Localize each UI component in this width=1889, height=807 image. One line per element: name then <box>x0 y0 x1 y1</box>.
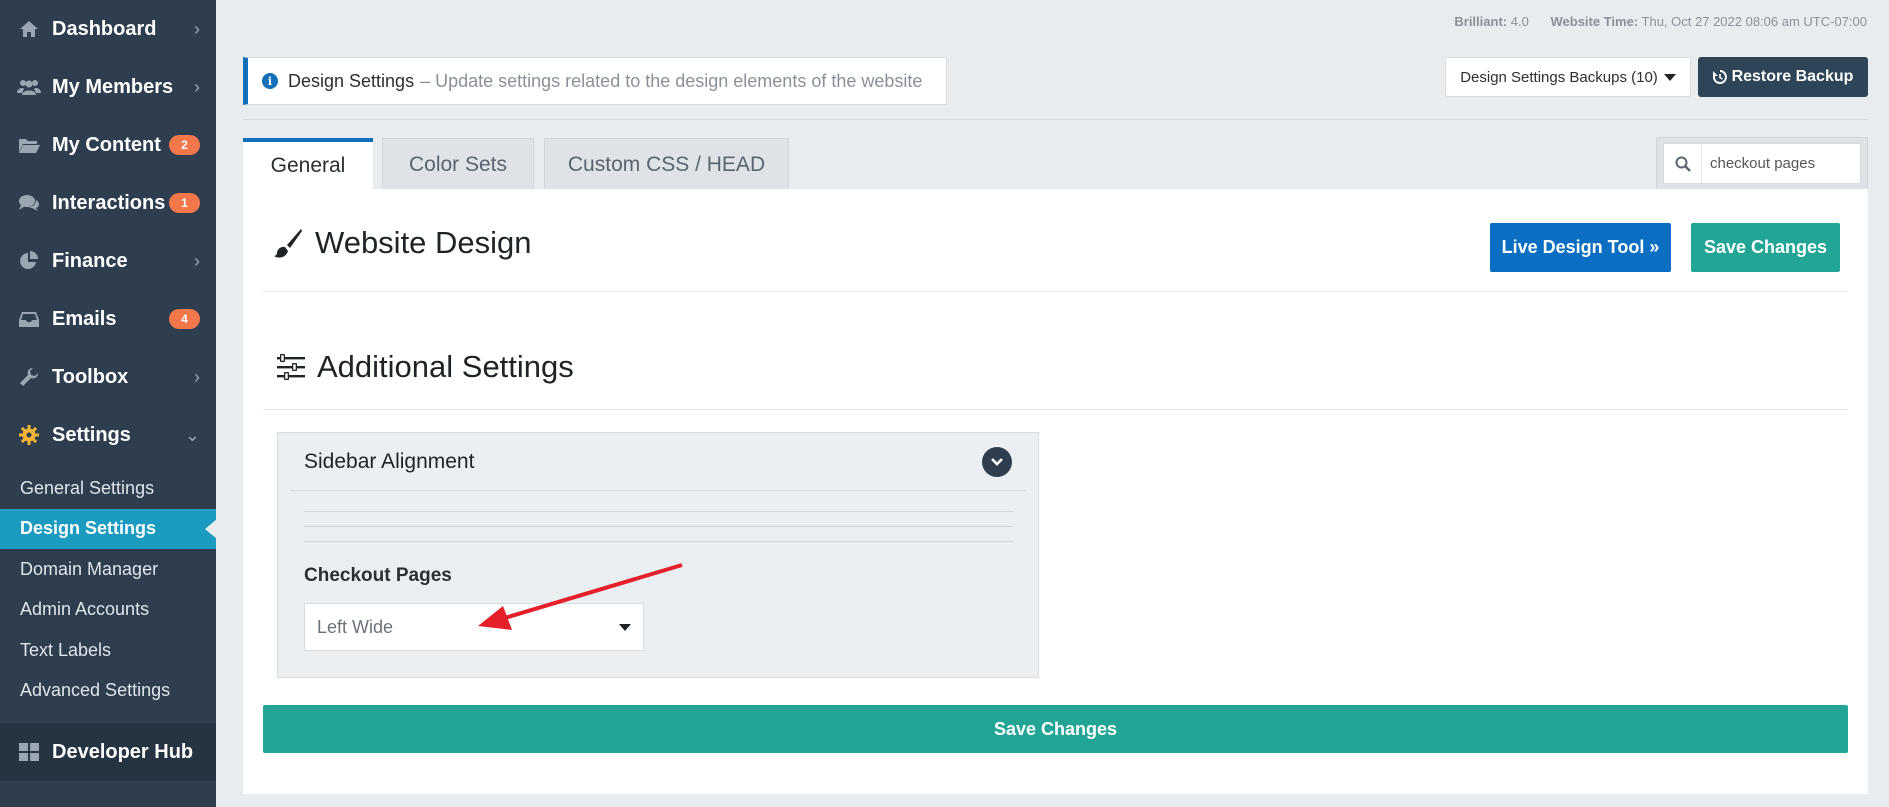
paintbrush-icon <box>273 228 303 258</box>
sidebar-item-label: My Content <box>52 133 161 156</box>
chevron-right-icon: › <box>194 366 200 387</box>
gear-icon <box>16 424 42 446</box>
checkout-pages-label: Checkout Pages <box>304 565 452 586</box>
chevron-right-icon: › <box>194 250 200 271</box>
comments-icon <box>16 192 42 214</box>
page-description: – Update settings related to the design … <box>420 70 923 91</box>
subnav-text-labels[interactable]: Text Labels <box>0 630 216 671</box>
additional-settings-heading: Additional Settings <box>277 349 574 385</box>
interactions-count-badge: 1 <box>169 193 200 213</box>
sidebar-item-my-members[interactable]: My Members › <box>0 58 216 116</box>
subnav-admin-accounts[interactable]: Admin Accounts <box>0 590 216 631</box>
grid-icon <box>16 741 42 763</box>
sidebar-item-label: My Members <box>52 75 174 98</box>
emails-count-badge: 4 <box>169 309 200 329</box>
sidebar-item-label: Developer Hub <box>52 740 194 763</box>
chevron-right-icon: › <box>194 18 200 39</box>
sidebar-item-developer-hub[interactable]: Developer Hub <box>0 723 216 781</box>
version-label: Brilliant: <box>1454 14 1508 29</box>
tab-general[interactable]: General <box>243 138 373 190</box>
tab-color-sets[interactable]: Color Sets <box>382 138 534 190</box>
main-panel: Website Design Live Design Tool » Save C… <box>243 189 1868 794</box>
divider <box>304 511 1014 512</box>
dashboard-icon <box>16 18 42 40</box>
restore-backup-label: Restore Backup <box>1731 68 1854 85</box>
divider <box>304 541 1014 542</box>
caret-down-icon <box>1663 73 1676 81</box>
chevron-down-icon: ⌄ <box>184 424 200 445</box>
sidebar-item-label: Interactions <box>52 191 166 214</box>
subnav-advanced-settings[interactable]: Advanced Settings <box>0 671 216 712</box>
sidebar-item-finance[interactable]: Finance › <box>0 232 216 290</box>
chevron-right-icon: › <box>194 76 200 97</box>
checkout-pages-select[interactable]: Left Wide <box>304 603 644 651</box>
accordion-header[interactable]: Sidebar Alignment <box>290 433 1026 491</box>
backups-dropdown[interactable]: Design Settings Backups (10) <box>1445 57 1691 97</box>
additional-settings-title: Additional Settings <box>317 349 574 384</box>
caret-down-icon <box>619 623 631 631</box>
folder-icon <box>16 134 42 156</box>
section-divider <box>263 409 1848 410</box>
settings-subnav: General Settings Design Settings Domain … <box>0 464 217 712</box>
website-time-value: Thu, Oct 27 2022 08:06 am UTC-07:00 <box>1641 14 1867 29</box>
pie-chart-icon <box>16 250 42 272</box>
accordion-title: Sidebar Alignment <box>304 449 475 473</box>
search-input[interactable] <box>1702 155 1852 172</box>
search-box <box>1663 143 1861 184</box>
sliders-icon <box>277 354 305 380</box>
page-title: Design Settings <box>288 70 415 91</box>
sidebar-item-emails[interactable]: Emails 4 <box>0 290 216 348</box>
subnav-design-settings[interactable]: Design Settings <box>0 508 217 549</box>
save-changes-top-button[interactable]: Save Changes <box>1691 223 1840 272</box>
live-design-tool-button[interactable]: Live Design Tool » <box>1490 223 1671 272</box>
content-count-badge: 2 <box>169 135 200 155</box>
tab-custom-css-head[interactable]: Custom CSS / HEAD <box>544 138 789 190</box>
website-design-title: Website Design <box>315 225 532 260</box>
version-value: 4.0 <box>1510 14 1529 29</box>
backups-dropdown-label: Design Settings Backups (10) <box>1460 68 1658 86</box>
members-icon <box>16 76 42 98</box>
sidebar-item-dashboard[interactable]: Dashboard › <box>0 0 216 58</box>
save-changes-bottom-button[interactable]: Save Changes <box>263 705 1848 753</box>
sidebar-item-label: Toolbox <box>52 365 129 388</box>
website-time-label: Website Time: <box>1550 14 1639 29</box>
sidebar-item-label: Emails <box>52 307 117 330</box>
wrench-icon <box>16 366 42 388</box>
sidebar-alignment-accordion: Sidebar Alignment Checkout Pages Left Wi… <box>277 432 1039 678</box>
sidebar-item-label: Settings <box>52 423 131 446</box>
subnav-domain-manager[interactable]: Domain Manager <box>0 549 216 590</box>
sidebar: Dashboard › My Members › My Content 2 In… <box>0 0 217 807</box>
sidebar-item-toolbox[interactable]: Toolbox › <box>0 348 216 406</box>
header-meta: Brilliant: 4.0 Website Time: Thu, Oct 27… <box>1454 14 1867 29</box>
sidebar-item-my-content[interactable]: My Content 2 <box>0 116 216 174</box>
divider <box>304 526 1014 527</box>
sidebar-item-label: Finance <box>52 249 128 272</box>
info-icon: i <box>262 73 278 89</box>
chevron-down-circle-icon[interactable] <box>982 446 1012 477</box>
sidebar-item-interactions[interactable]: Interactions 1 <box>0 174 216 232</box>
settings-search <box>1656 137 1868 190</box>
sidebar-item-label: Dashboard <box>52 17 157 40</box>
search-icon <box>1664 144 1702 183</box>
inbox-icon <box>16 308 42 330</box>
page-info-bar: i Design Settings – Update settings rela… <box>243 57 947 105</box>
subnav-general-settings[interactable]: General Settings <box>0 468 216 509</box>
sidebar-item-settings[interactable]: Settings ⌄ <box>0 406 216 464</box>
restore-backup-button[interactable]: Restore Backup <box>1698 57 1868 97</box>
history-icon <box>1712 70 1727 84</box>
section-divider <box>263 291 1848 292</box>
header-divider <box>243 119 1868 120</box>
checkout-pages-value: Left Wide <box>317 616 394 637</box>
website-design-heading: Website Design <box>273 225 532 261</box>
